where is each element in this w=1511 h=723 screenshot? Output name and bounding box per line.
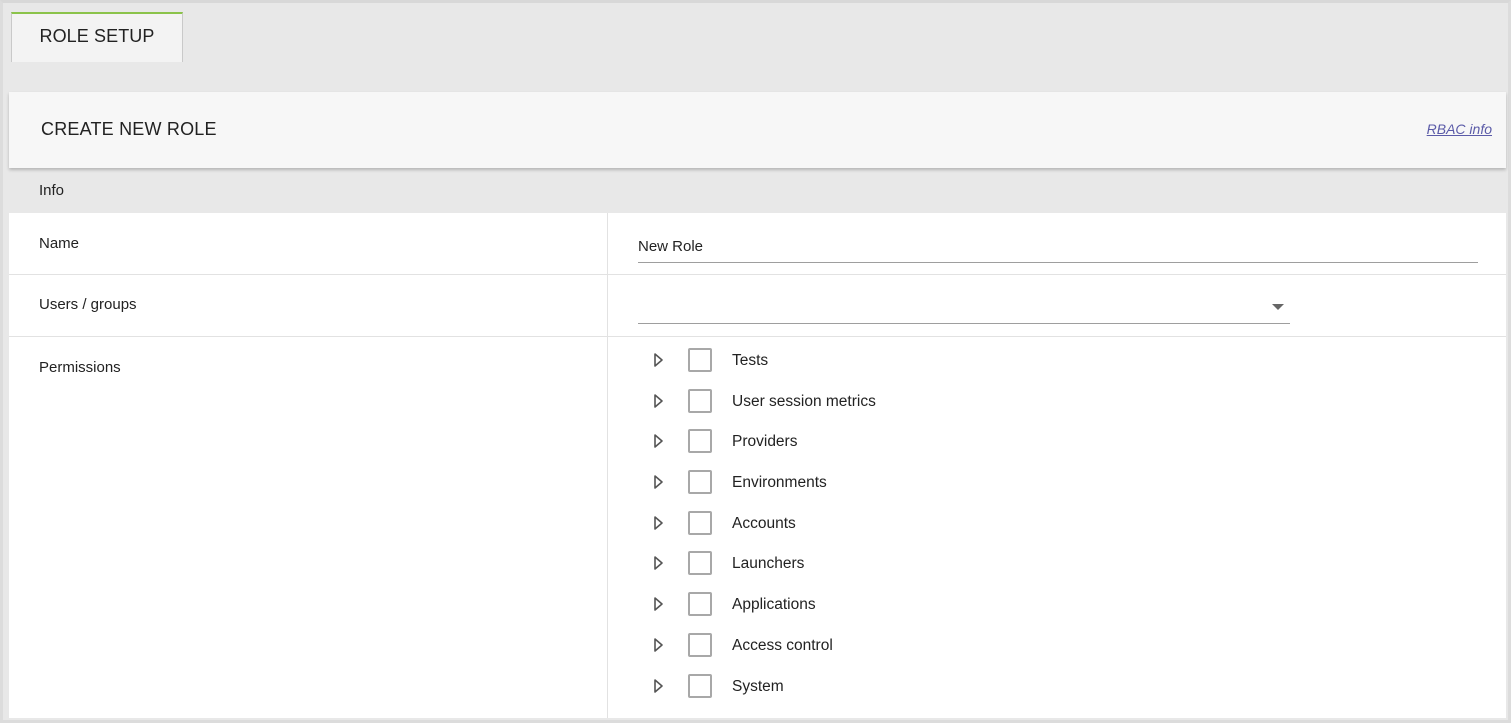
page-title: CREATE NEW ROLE bbox=[41, 119, 217, 139]
expand-triangle-icon[interactable] bbox=[649, 513, 669, 533]
permission-item: User session metrics bbox=[649, 388, 1049, 429]
permission-label[interactable]: Launchers bbox=[732, 555, 804, 573]
permission-checkbox[interactable] bbox=[688, 470, 712, 495]
expand-triangle-icon[interactable] bbox=[649, 594, 669, 614]
permission-checkbox[interactable] bbox=[688, 388, 712, 413]
permission-checkbox[interactable] bbox=[688, 429, 712, 454]
users-groups-select[interactable] bbox=[638, 290, 1290, 324]
tab-label: ROLE SETUP bbox=[39, 25, 155, 46]
expand-triangle-icon[interactable] bbox=[649, 553, 669, 573]
permission-label[interactable]: Tests bbox=[732, 352, 768, 370]
tab-role-setup[interactable]: ROLE SETUP bbox=[11, 12, 183, 62]
expand-triangle-icon[interactable] bbox=[649, 350, 669, 370]
permission-checkbox[interactable] bbox=[688, 592, 712, 617]
expand-triangle-icon[interactable] bbox=[649, 676, 669, 696]
permission-label[interactable]: Applications bbox=[732, 596, 816, 614]
dropdown-arrow-icon[interactable] bbox=[1272, 304, 1284, 310]
permission-checkbox[interactable] bbox=[688, 673, 712, 698]
permissions-tree: Tests User session metrics Providers Enviro… bbox=[649, 347, 1049, 713]
permission-item: Accounts bbox=[649, 510, 1049, 551]
permission-checkbox[interactable] bbox=[688, 632, 712, 657]
name-label: Name bbox=[39, 235, 80, 252]
permission-label[interactable]: Providers bbox=[732, 433, 797, 451]
permission-label[interactable]: User session metrics bbox=[732, 393, 876, 411]
rbac-info-link[interactable]: RBAC info bbox=[1427, 121, 1492, 137]
permissions-label: Permissions bbox=[39, 359, 121, 376]
app-frame: ROLE SETUP CREATE NEW ROLE RBAC info Inf… bbox=[0, 0, 1511, 723]
create-role-card: CREATE NEW ROLE RBAC info Info Name User… bbox=[9, 92, 1506, 718]
permission-item: Launchers bbox=[649, 550, 1049, 591]
permission-label[interactable]: Environments bbox=[732, 474, 827, 492]
expand-triangle-icon[interactable] bbox=[649, 472, 669, 492]
permission-label[interactable]: Access control bbox=[732, 637, 833, 655]
card-header: CREATE NEW ROLE RBAC info bbox=[9, 92, 1506, 168]
permission-item: Tests bbox=[649, 347, 1049, 388]
permission-checkbox[interactable] bbox=[688, 348, 712, 372]
permission-label[interactable]: Accounts bbox=[732, 515, 796, 533]
permission-checkbox[interactable] bbox=[688, 510, 712, 535]
permission-item: Providers bbox=[649, 428, 1049, 469]
expand-triangle-icon[interactable] bbox=[649, 431, 669, 451]
permission-item: Applications bbox=[649, 591, 1049, 632]
permission-checkbox[interactable] bbox=[688, 551, 712, 576]
expand-triangle-icon[interactable] bbox=[649, 635, 669, 655]
permission-item: Environments bbox=[649, 469, 1049, 510]
expand-triangle-icon[interactable] bbox=[649, 391, 669, 411]
users-groups-label: Users / groups bbox=[39, 296, 137, 313]
permission-label[interactable]: System bbox=[732, 678, 784, 696]
section-label: Info bbox=[39, 182, 65, 199]
permission-item: Access control bbox=[649, 632, 1049, 673]
permission-item: System bbox=[649, 673, 1049, 714]
name-input[interactable] bbox=[638, 231, 1478, 263]
info-section-header: Info bbox=[9, 168, 1506, 213]
